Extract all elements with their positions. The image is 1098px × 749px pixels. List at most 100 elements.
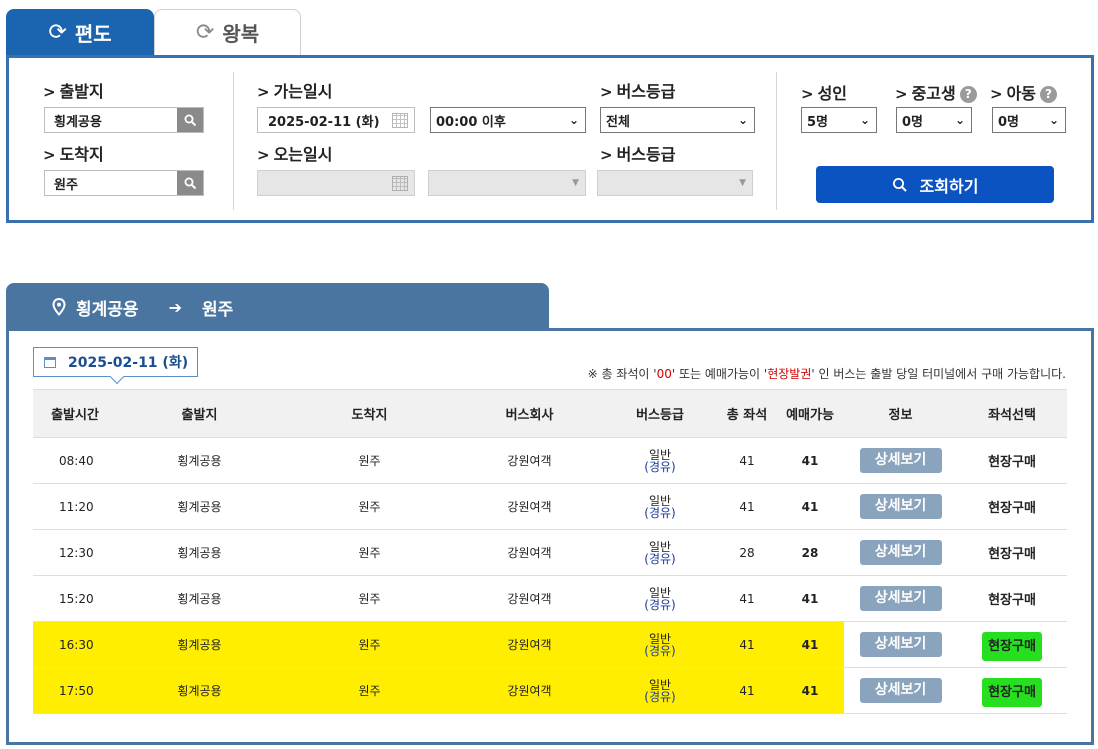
company: 강원여객 (457, 667, 602, 714)
from: 횡계공용 (117, 483, 282, 530)
student-select[interactable]: 0명 ⌄ (896, 107, 972, 133)
col-available: 예매가능 (776, 389, 844, 438)
col-to: 도착지 (282, 389, 457, 438)
detail-button[interactable]: 상세보기 (859, 632, 942, 657)
tab-oneway[interactable]: ⟳ 편도 (6, 9, 154, 55)
bus-grade-value: 전체 (606, 114, 630, 130)
seat-select[interactable]: 현장구매 (957, 575, 1067, 622)
notice-part: ※ 총 좌석이 ' (587, 367, 657, 381)
return-date-field[interactable] (257, 170, 415, 196)
calendar-icon (44, 356, 56, 368)
return-date-label-text: 오는일시 (273, 145, 333, 164)
adult-select[interactable]: 5명 ⌄ (801, 107, 877, 133)
search-icon[interactable] (177, 171, 203, 195)
depart-time: 11:20 (33, 483, 117, 530)
available-seats: 28 (776, 529, 844, 576)
schedule-table: 출발시간 출발지 도착지 버스회사 버스등급 총 좌석 예매가능 정보 좌석선택… (33, 389, 1067, 714)
info-cell: 상세보기 (844, 621, 957, 668)
seat-select[interactable]: 현장구매 (982, 632, 1042, 661)
tab-roundtrip[interactable]: ⟳ 왕복 (154, 9, 301, 55)
calendar-icon[interactable] (392, 113, 408, 128)
detail-button[interactable]: 상세보기 (859, 448, 942, 473)
table-row: 11:20 횡계공용 원주 강원여객 일반 (경유) 41 41 상세보기 현장구… (33, 483, 1067, 530)
route-to: 원주 (201, 299, 234, 320)
bus-grade-return-select[interactable]: ▼ (597, 170, 753, 196)
go-date-value: 2025-02-11 (화) (268, 114, 380, 130)
total-seats: 41 (718, 667, 776, 714)
col-company: 버스회사 (457, 389, 602, 438)
refresh-icon: ⟳ (48, 19, 67, 45)
notice-part: ' 인 버스는 출발 당일 터미널에서 구매 가능합니다. (811, 367, 1066, 381)
detail-button[interactable]: 상세보기 (859, 678, 942, 703)
child-label-text: 아동 (1006, 84, 1037, 103)
results-panel: 2025-02-11 (화) ※ 총 좌석이 '00' 또는 예매가능이 '현장… (6, 328, 1094, 745)
go-time-select[interactable]: 00:00 이후 ⌄ (430, 107, 586, 133)
grade-sub: (경유) (644, 597, 676, 612)
detail-button[interactable]: 상세보기 (859, 494, 942, 519)
depart-label: > 출발지 (43, 78, 104, 102)
route-header: 횡계공용 ➔ 원주 (6, 283, 549, 331)
grade: 일반 (경유) (602, 621, 718, 668)
return-date-label: > 오는일시 (257, 141, 332, 165)
table-row-highlighted: 16:30 횡계공용 원주 강원여객 일반 (경유) 41 41 상세보기 현장구… (33, 621, 1067, 668)
go-date-label-text: 가는일시 (273, 82, 333, 101)
refresh-icon: ⟳ (195, 20, 215, 45)
grade: 일반 (경유) (602, 483, 718, 530)
depart-time: 08:40 (33, 437, 117, 484)
detail-button[interactable]: 상세보기 (859, 540, 942, 565)
total-seats: 41 (718, 621, 776, 668)
help-icon[interactable]: ? (1040, 86, 1058, 103)
detail-button[interactable]: 상세보기 (859, 586, 942, 611)
arrive-label-text: 도착지 (59, 145, 104, 164)
seat-select[interactable]: 현장구매 (957, 483, 1067, 530)
chevron-down-icon: ▼ (572, 178, 579, 188)
student-value: 0명 (902, 114, 924, 130)
seat-select-cell: 현장구매 (957, 667, 1067, 714)
child-select[interactable]: 0명 ⌄ (992, 107, 1066, 133)
adult-label-text: 성인 (817, 84, 848, 103)
company: 강원여객 (457, 621, 602, 668)
info-cell: 상세보기 (844, 483, 957, 530)
help-icon[interactable]: ? (959, 86, 977, 103)
total-seats: 41 (718, 437, 776, 484)
seat-select[interactable]: 현장구매 (957, 437, 1067, 484)
location-pin-icon (52, 298, 66, 316)
go-date-field[interactable]: 2025-02-11 (화) (257, 107, 415, 133)
col-total-seats: 총 좌석 (718, 389, 776, 438)
search-panel: > 출발지 횡계공용 > 도착지 원주 > 가는일시 2025-02-11 (화) 0… (6, 55, 1094, 223)
arrive-field[interactable]: 원주 (44, 170, 204, 196)
selected-date-box: 2025-02-11 (화) (33, 347, 198, 377)
to: 원주 (282, 529, 457, 576)
depart-label-text: 출발지 (59, 82, 104, 101)
trip-type-tabs: ⟳ 편도 ⟳ 왕복 (6, 9, 306, 55)
grade-text: 일반 (648, 493, 672, 508)
route-from: 횡계공용 (76, 299, 139, 320)
available-seats: 41 (776, 437, 844, 484)
search-button[interactable]: 조회하기 (816, 166, 1054, 203)
search-icon[interactable] (177, 108, 203, 132)
student-label: > 중고생? (895, 80, 977, 104)
child-label: > 아동? (990, 80, 1058, 104)
depart-field[interactable]: 횡계공용 (44, 107, 204, 133)
bus-grade-select[interactable]: 전체 ⌄ (600, 107, 755, 133)
return-time-select[interactable]: ▼ (428, 170, 586, 196)
info-cell: 상세보기 (844, 529, 957, 576)
available-seats: 41 (776, 621, 844, 668)
company: 강원여객 (457, 575, 602, 622)
col-from: 출발지 (117, 389, 282, 438)
available-seats: 41 (776, 667, 844, 714)
info-cell: 상세보기 (844, 575, 957, 622)
grade-text: 일반 (648, 585, 672, 600)
chevron-down-icon: ▼ (739, 178, 746, 188)
notice-zero: 00 (656, 367, 672, 381)
seat-select[interactable]: 현장구매 (957, 529, 1067, 576)
go-time-value: 00:00 이후 (436, 114, 506, 130)
calendar-icon[interactable] (392, 176, 408, 191)
from: 횡계공용 (117, 667, 282, 714)
depart-time: 16:30 (33, 621, 117, 668)
student-label-text: 중고생 (911, 84, 956, 103)
grade-text: 일반 (648, 539, 672, 554)
notice-text: ※ 총 좌석이 '00' 또는 예매가능이 '현장발권' 인 버스는 출발 당일… (588, 365, 1066, 382)
seat-select[interactable]: 현장구매 (982, 678, 1042, 707)
arrive-value: 원주 (54, 177, 78, 193)
